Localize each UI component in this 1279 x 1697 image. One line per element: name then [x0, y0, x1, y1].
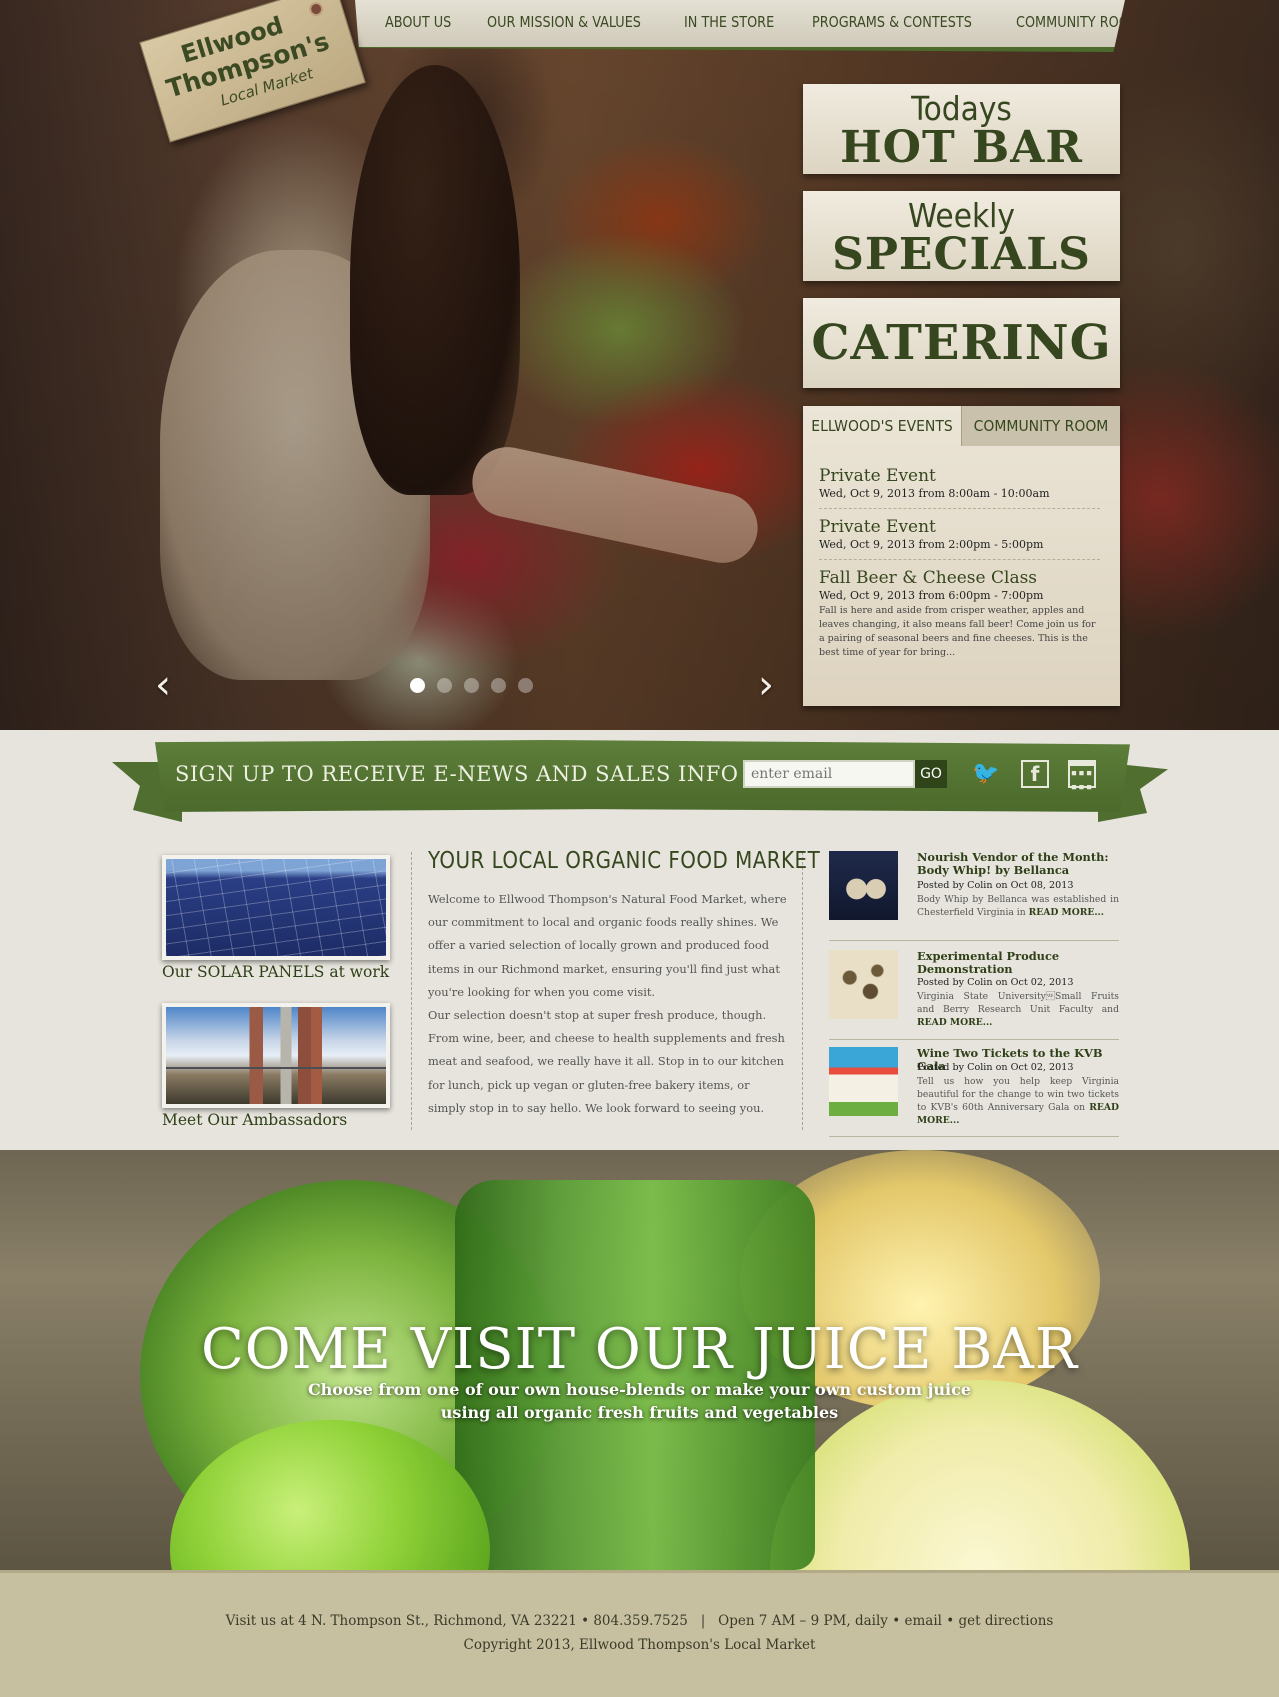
- intro-text: Welcome to Ellwood Thompson's Natural Fo…: [428, 888, 790, 1120]
- hot-bar-button[interactable]: Todays HOT BAR: [803, 84, 1120, 174]
- event-date: Wed, Oct 9, 2013 from 6:00pm - 7:00pm: [819, 589, 1044, 602]
- news-meta: Posted by Colin on Oct 02, 2013: [917, 1062, 1074, 1073]
- news-meta: Posted by Colin on Oct 02, 2013: [917, 977, 1074, 988]
- juice-bar-subtitle: Choose from one of our own house-blends …: [307, 1380, 972, 1399]
- intro-body: Welcome to Ellwood Thompson's Natural Fo…: [428, 892, 787, 1115]
- slider-dot-5[interactable]: [518, 678, 533, 693]
- main-nav: ABOUT US OUR MISSION & VALUES IN THE STO…: [355, 0, 1125, 52]
- news-desc: Tell us how you help keep Virginia beaut…: [917, 1075, 1119, 1127]
- event-description: Fall is here and aside from crisper weat…: [819, 605, 1096, 658]
- ambassadors-link[interactable]: Meet Our Ambassadors: [162, 1111, 347, 1129]
- news-desc: Virginia State University Small Fruits a…: [917, 990, 1119, 1029]
- column-divider: [802, 852, 803, 1130]
- catering-label: CATERING: [811, 315, 1112, 371]
- event-date: Wed, Oct 9, 2013 from 8:00am - 10:00am: [819, 487, 1050, 500]
- news-thumbnail[interactable]: [829, 1047, 898, 1116]
- juice-bar-subtitle-2: using all organic fresh fruits and veget…: [440, 1403, 839, 1422]
- weekly-specials-button[interactable]: Weekly SPECIALS: [803, 191, 1120, 281]
- news-meta: Posted by Colin on Oct 08, 2013: [917, 880, 1074, 891]
- page-title: YOUR LOCAL ORGANIC FOOD MARKET: [428, 848, 821, 874]
- footer-address: Visit us at 4 N. Thompson St., Richmond,…: [225, 1613, 688, 1629]
- footer-hours: Open 7 AM – 9 PM, daily: [718, 1613, 888, 1629]
- footer-bullet: •: [892, 1613, 901, 1629]
- calendar-icon[interactable]: ▪▪▪ ▪▪▪: [1068, 760, 1096, 793]
- footer-directions-link[interactable]: get directions: [959, 1613, 1054, 1629]
- twitter-icon[interactable]: 🐦: [972, 760, 1000, 788]
- news-item: Experimental Produce Demonstration Poste…: [829, 950, 1119, 1040]
- nav-in-the-store[interactable]: IN THE STORE: [684, 13, 774, 31]
- slider-next-icon[interactable]: ›: [758, 665, 774, 705]
- signup-text: SIGN UP TO RECEIVE E-NEWS AND SALES INFO…: [175, 762, 760, 786]
- nav-mission-values[interactable]: OUR MISSION & VALUES: [487, 13, 641, 31]
- footer-copyright: Copyright 2013, Ellwood Thompson's Local…: [463, 1637, 816, 1653]
- slider-prev-icon[interactable]: ‹: [155, 665, 171, 705]
- tab-community-room[interactable]: COMMUNITY ROOM: [961, 406, 1120, 446]
- catering-button[interactable]: CATERING: [803, 298, 1120, 388]
- news-item: Nourish Vendor of the Month: Body Whip! …: [829, 851, 1119, 941]
- news-thumbnail[interactable]: [829, 851, 898, 920]
- event-item: Fall Beer & Cheese Class Wed, Oct 9, 201…: [819, 560, 1100, 668]
- slider-dot-3[interactable]: [464, 678, 479, 693]
- news-desc: Body Whip by Bellanca was established in…: [917, 893, 1119, 919]
- column-divider: [411, 852, 412, 1130]
- solar-panels-link[interactable]: Our SOLAR PANELS at work: [162, 963, 389, 981]
- facebook-icon[interactable]: f: [1021, 760, 1049, 788]
- nav-about-us[interactable]: ABOUT US: [385, 13, 451, 31]
- slider-dot-4[interactable]: [491, 678, 506, 693]
- footer: [0, 1570, 1279, 1697]
- footer-bullet: •: [946, 1613, 955, 1629]
- read-more-link[interactable]: READ MORE...: [917, 1017, 992, 1028]
- news-thumbnail[interactable]: [829, 950, 898, 1019]
- ambassadors-image[interactable]: [162, 1003, 390, 1108]
- specials-small-label: Weekly: [908, 196, 1015, 235]
- event-date: Wed, Oct 9, 2013 from 2:00pm - 5:00pm: [819, 538, 1044, 551]
- news-title[interactable]: Experimental Produce Demonstration: [917, 950, 1117, 976]
- news-desc-text: Virginia State University Small Fruits a…: [917, 991, 1119, 1015]
- specials-big-label: SPECIALS: [832, 229, 1091, 280]
- email-field[interactable]: [743, 760, 915, 788]
- footer-separator: |: [700, 1613, 706, 1629]
- tab-ellwoods-events[interactable]: ELLWOOD'S EVENTS: [803, 406, 961, 446]
- hot-bar-big-label: HOT BAR: [840, 122, 1083, 173]
- slider-dot-2[interactable]: [437, 678, 452, 693]
- juice-bar-title: COME VISIT OUR JUICE BAR: [200, 1317, 1079, 1382]
- tag-hole-icon: [307, 0, 325, 18]
- event-title[interactable]: Private Event: [819, 466, 1100, 486]
- events-list: Private Event Wed, Oct 9, 2013 from 8:00…: [803, 446, 1120, 668]
- hot-bar-small-label: Todays: [911, 89, 1012, 128]
- slider-dots: [410, 678, 533, 693]
- footer-contact: Visit us at 4 N. Thompson St., Richmond,…: [0, 1613, 1279, 1629]
- event-title[interactable]: Fall Beer & Cheese Class: [819, 568, 1100, 588]
- event-item: Private Event Wed, Oct 9, 2013 from 8:00…: [819, 458, 1100, 509]
- event-item: Private Event Wed, Oct 9, 2013 from 2:00…: [819, 509, 1100, 560]
- event-title[interactable]: Private Event: [819, 517, 1100, 537]
- footer-email-link[interactable]: email: [904, 1613, 941, 1629]
- go-button[interactable]: GO: [915, 760, 947, 788]
- nav-programs-contests[interactable]: PROGRAMS & CONTESTS: [812, 13, 972, 31]
- read-more-link[interactable]: READ MORE...: [1029, 907, 1104, 918]
- events-panel: ELLWOOD'S EVENTS COMMUNITY ROOM Private …: [803, 406, 1120, 706]
- solar-panels-image[interactable]: [162, 855, 390, 960]
- news-title[interactable]: Nourish Vendor of the Month: Body Whip! …: [917, 851, 1117, 877]
- slider-dot-1[interactable]: [410, 678, 425, 693]
- news-item: Wine Two Tickets to the KVB Gala Posted …: [829, 1047, 1119, 1137]
- events-tabs: ELLWOOD'S EVENTS COMMUNITY ROOM: [803, 406, 1120, 446]
